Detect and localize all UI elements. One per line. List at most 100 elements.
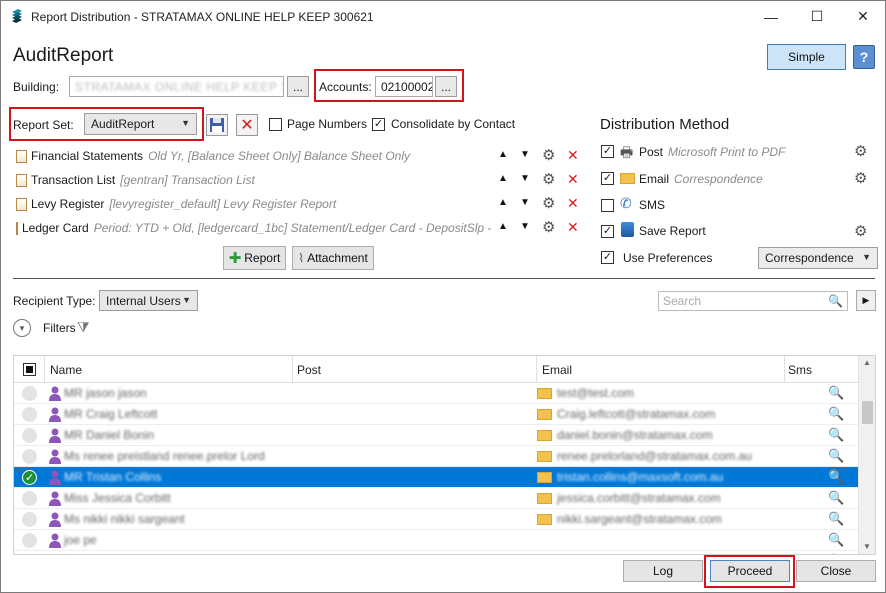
report-set-label: Report Set: bbox=[13, 118, 74, 132]
select-all-checkbox[interactable] bbox=[23, 363, 36, 376]
report-row[interactable]: Transaction List [gentran] Transaction L… bbox=[16, 170, 255, 190]
report-row[interactable]: Levy Register [levyregister_default] Lev… bbox=[16, 194, 336, 214]
scroll-up-icon[interactable]: ▲ bbox=[863, 358, 871, 367]
envelope-icon bbox=[537, 493, 552, 504]
page-numbers-checkbox[interactable] bbox=[269, 118, 282, 131]
filter-funnel-icon[interactable]: ⧩ bbox=[77, 319, 90, 336]
column-header-post[interactable]: Post bbox=[297, 363, 321, 377]
log-button[interactable]: Log bbox=[623, 560, 703, 582]
proceed-button[interactable]: Proceed bbox=[710, 560, 790, 582]
gear-icon[interactable]: ⚙ bbox=[854, 169, 867, 187]
row-select-radio[interactable] bbox=[22, 533, 37, 548]
table-row[interactable]: MR Craig Leftcott Craig.leftcott@stratama… bbox=[14, 404, 859, 425]
search-icon[interactable]: 🔍 bbox=[828, 532, 844, 548]
row-select-radio[interactable] bbox=[22, 449, 37, 464]
remove-report-icon[interactable]: ✕ bbox=[567, 219, 579, 236]
remove-report-icon[interactable]: ✕ bbox=[567, 195, 579, 212]
move-up-icon[interactable]: ▲ bbox=[498, 149, 508, 160]
search-icon[interactable]: 🔍 bbox=[828, 406, 844, 422]
row-select-radio[interactable] bbox=[22, 428, 37, 443]
gear-icon[interactable]: ⚙ bbox=[854, 142, 867, 160]
save-report-set-button[interactable] bbox=[206, 114, 228, 136]
gear-icon[interactable]: ⚙ bbox=[854, 222, 867, 240]
vertical-scrollbar[interactable]: ▲ ▼ bbox=[858, 356, 875, 554]
row-select-radio[interactable] bbox=[22, 554, 37, 555]
maximize-button[interactable]: ☐ bbox=[794, 1, 840, 32]
row-select-radio[interactable] bbox=[22, 491, 37, 506]
email-checkbox[interactable]: ✓ bbox=[601, 172, 614, 185]
use-preferences-checkbox[interactable]: ✓ bbox=[601, 251, 614, 264]
simple-mode-button[interactable]: Simple bbox=[767, 44, 846, 70]
add-report-button[interactable]: ✚ Report bbox=[223, 246, 286, 270]
column-header-sms[interactable]: Sms bbox=[788, 363, 812, 377]
table-row[interactable]: Ms renee preistland renee.prelor Lord ren… bbox=[14, 446, 859, 467]
gear-icon[interactable]: ⚙ bbox=[542, 170, 555, 188]
row-select-radio[interactable]: ✓ bbox=[22, 470, 37, 485]
minimize-button[interactable]: — bbox=[748, 1, 794, 32]
table-row[interactable]: MR Daniel Bonin daniel.bonin@stratamax.co… bbox=[14, 425, 859, 446]
close-window-button[interactable]: ✕ bbox=[840, 1, 886, 32]
remove-report-icon[interactable]: ✕ bbox=[567, 147, 579, 164]
move-down-icon[interactable]: ▼ bbox=[520, 197, 530, 208]
expand-panel-button[interactable]: ▶ bbox=[856, 290, 876, 311]
database-icon bbox=[621, 222, 634, 237]
search-icon[interactable]: 🔍 bbox=[828, 553, 844, 554]
move-up-icon[interactable]: ▲ bbox=[498, 173, 508, 184]
recipient-name: MR Tristan Collins bbox=[64, 470, 162, 484]
table-row[interactable]: ✓ MR Tristan Collins tristan.collins@maxso… bbox=[14, 467, 859, 488]
remove-report-icon[interactable]: ✕ bbox=[567, 171, 579, 188]
column-header-email[interactable]: Email bbox=[542, 363, 572, 377]
recipient-type-dropdown[interactable]: Internal Users ▼ bbox=[99, 290, 198, 311]
post-checkbox[interactable]: ✓ bbox=[601, 145, 614, 158]
search-input[interactable]: Search 🔍 bbox=[658, 291, 848, 311]
move-down-icon[interactable]: ▼ bbox=[520, 173, 530, 184]
move-down-icon[interactable]: ▼ bbox=[520, 149, 530, 160]
search-icon[interactable]: 🔍 bbox=[828, 469, 844, 485]
add-attachment-button[interactable]: ⌇ Attachment bbox=[292, 246, 374, 270]
move-down-icon[interactable]: ▼ bbox=[520, 221, 530, 232]
gear-icon[interactable]: ⚙ bbox=[542, 146, 555, 164]
search-icon[interactable]: 🔍 bbox=[828, 427, 844, 443]
table-row[interactable]: joe pe 🔍 bbox=[14, 530, 859, 551]
gear-icon[interactable]: ⚙ bbox=[542, 194, 555, 212]
consolidate-label: Consolidate by Contact bbox=[391, 117, 516, 131]
scroll-down-icon[interactable]: ▼ bbox=[863, 542, 871, 551]
search-icon[interactable]: 🔍 bbox=[828, 448, 844, 464]
move-up-icon[interactable]: ▲ bbox=[498, 197, 508, 208]
sms-checkbox[interactable] bbox=[601, 199, 614, 212]
delete-report-set-button[interactable]: ✕ bbox=[236, 114, 258, 136]
save-report-checkbox[interactable]: ✓ bbox=[601, 225, 614, 238]
search-icon[interactable]: 🔍 bbox=[828, 385, 844, 401]
table-row[interactable]: Miss Jessica Corbitt jessica.corbitt@stra… bbox=[14, 488, 859, 509]
building-field[interactable]: STRATAMAX ONLINE HELP KEEP 300621 bbox=[69, 76, 284, 97]
check-icon: ✓ bbox=[25, 472, 35, 484]
accounts-browse-button[interactable]: ... bbox=[435, 76, 457, 97]
row-select-radio[interactable] bbox=[22, 512, 37, 527]
distribution-method-title: Distribution Method bbox=[600, 116, 730, 133]
row-select-radio[interactable] bbox=[22, 386, 37, 401]
preferences-dropdown[interactable]: Correspondence ▼ bbox=[758, 247, 878, 269]
report-set-dropdown[interactable]: AuditReport ▼ bbox=[84, 113, 197, 135]
gear-icon[interactable]: ⚙ bbox=[542, 218, 555, 236]
consolidate-checkbox[interactable]: ✓ bbox=[372, 118, 385, 131]
column-header-name[interactable]: Name bbox=[50, 363, 82, 377]
table-row[interactable]: Ms nikki nikki sargeant nikki.sargeant@st… bbox=[14, 509, 859, 530]
report-row[interactable]: Ledger Card Period: YTD + Old, [ledgerca… bbox=[16, 218, 491, 238]
help-icon[interactable]: ? bbox=[853, 45, 875, 69]
building-browse-button[interactable]: ... bbox=[287, 76, 309, 97]
report-row[interactable]: Financial Statements Old Yr, [Balance Sh… bbox=[16, 146, 410, 166]
table-row[interactable]: MR jason jason test@test.com 🔍 bbox=[14, 383, 859, 404]
page-title: AuditReport bbox=[13, 45, 114, 66]
search-placeholder: Search bbox=[663, 294, 702, 308]
report-set-value: AuditReport bbox=[91, 117, 155, 131]
move-up-icon[interactable]: ▲ bbox=[498, 221, 508, 232]
recipient-name: Mr ______ ______ bbox=[64, 554, 165, 555]
scrollbar-thumb[interactable] bbox=[862, 401, 873, 424]
search-icon[interactable]: 🔍 bbox=[828, 490, 844, 506]
search-icon[interactable]: 🔍 bbox=[828, 511, 844, 527]
close-button[interactable]: Close bbox=[796, 560, 876, 582]
search-icon: 🔍 bbox=[828, 294, 843, 308]
expand-filters-button[interactable]: ▾ bbox=[13, 319, 31, 337]
accounts-field[interactable]: 02100002 bbox=[375, 76, 433, 97]
row-select-radio[interactable] bbox=[22, 407, 37, 422]
